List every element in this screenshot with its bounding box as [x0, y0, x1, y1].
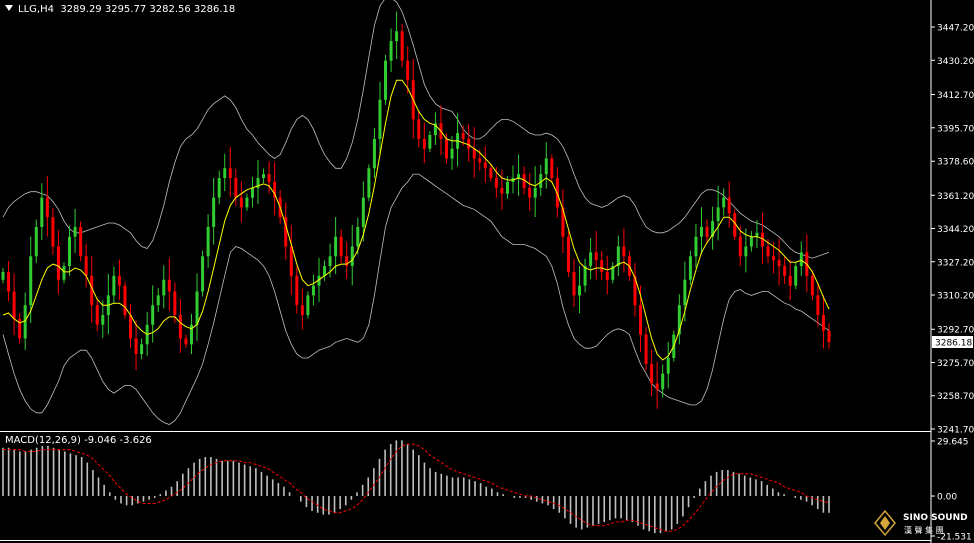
macd-tick-label: 29.645: [937, 438, 969, 448]
logo-text: SINO SOUND: [903, 513, 968, 523]
chart-canvas[interactable]: 3447.20 3430.20 3412.70 3395.70 3378.60 3361.…: [0, 0, 974, 543]
macd-name: MACD(12,26,9): [5, 435, 81, 446]
candle: [201, 250, 205, 297]
candle: [794, 262, 798, 290]
chart-header: LLG,H4 3289.29 3295.77 3282.56 3286.18: [5, 4, 235, 15]
price-tick-label: 3275.70: [937, 359, 974, 369]
price-tick-label: 3310.20: [937, 292, 974, 302]
price-tick-label: 3378.60: [937, 158, 974, 168]
price-tick-label: 3361.20: [937, 192, 974, 202]
current-price-label: 3286.18: [935, 338, 972, 348]
candle: [550, 154, 554, 182]
price-tick-label: 3412.70: [937, 91, 974, 101]
price-tick-label: 3447.20: [937, 24, 974, 34]
candle: [123, 281, 127, 319]
current-price-tag: 3286.18: [932, 335, 973, 348]
price-tick-label: 3292.70: [937, 326, 974, 336]
candle: [566, 231, 570, 278]
diamond-logo-icon: [874, 509, 896, 537]
macd-tick-label: 0.00: [937, 493, 957, 503]
price-tick-label: 3344.20: [937, 225, 974, 235]
price-tick-label: 3430.20: [937, 57, 974, 67]
logo-subtext: 漢 聲 集 團: [904, 525, 944, 535]
price-tick-label: 3241.70: [937, 426, 974, 436]
price-tick-label: 3327.20: [937, 258, 974, 268]
macd-values: -9.046 -3.626: [84, 435, 152, 446]
sino-sound-logo: SINO SOUND 漢 聲 集 團: [873, 509, 968, 537]
price-tick-label: 3395.70: [937, 124, 974, 134]
chart-window: 3447.20 3430.20 3412.70 3395.70 3378.60 3361.…: [0, 0, 974, 543]
candle: [306, 291, 310, 319]
candle: [79, 221, 83, 262]
chart-menu-icon[interactable]: [5, 5, 13, 11]
candle: [367, 164, 371, 202]
ohlc-values: 3289.29 3295.77 3282.56 3286.18: [60, 4, 236, 15]
macd-header: MACD(12,26,9) -9.046 -3.626: [5, 435, 152, 446]
candle: [384, 55, 388, 105]
symbol-timeframe: LLG,H4: [18, 4, 54, 15]
price-tick-label: 3258.70: [937, 392, 974, 402]
